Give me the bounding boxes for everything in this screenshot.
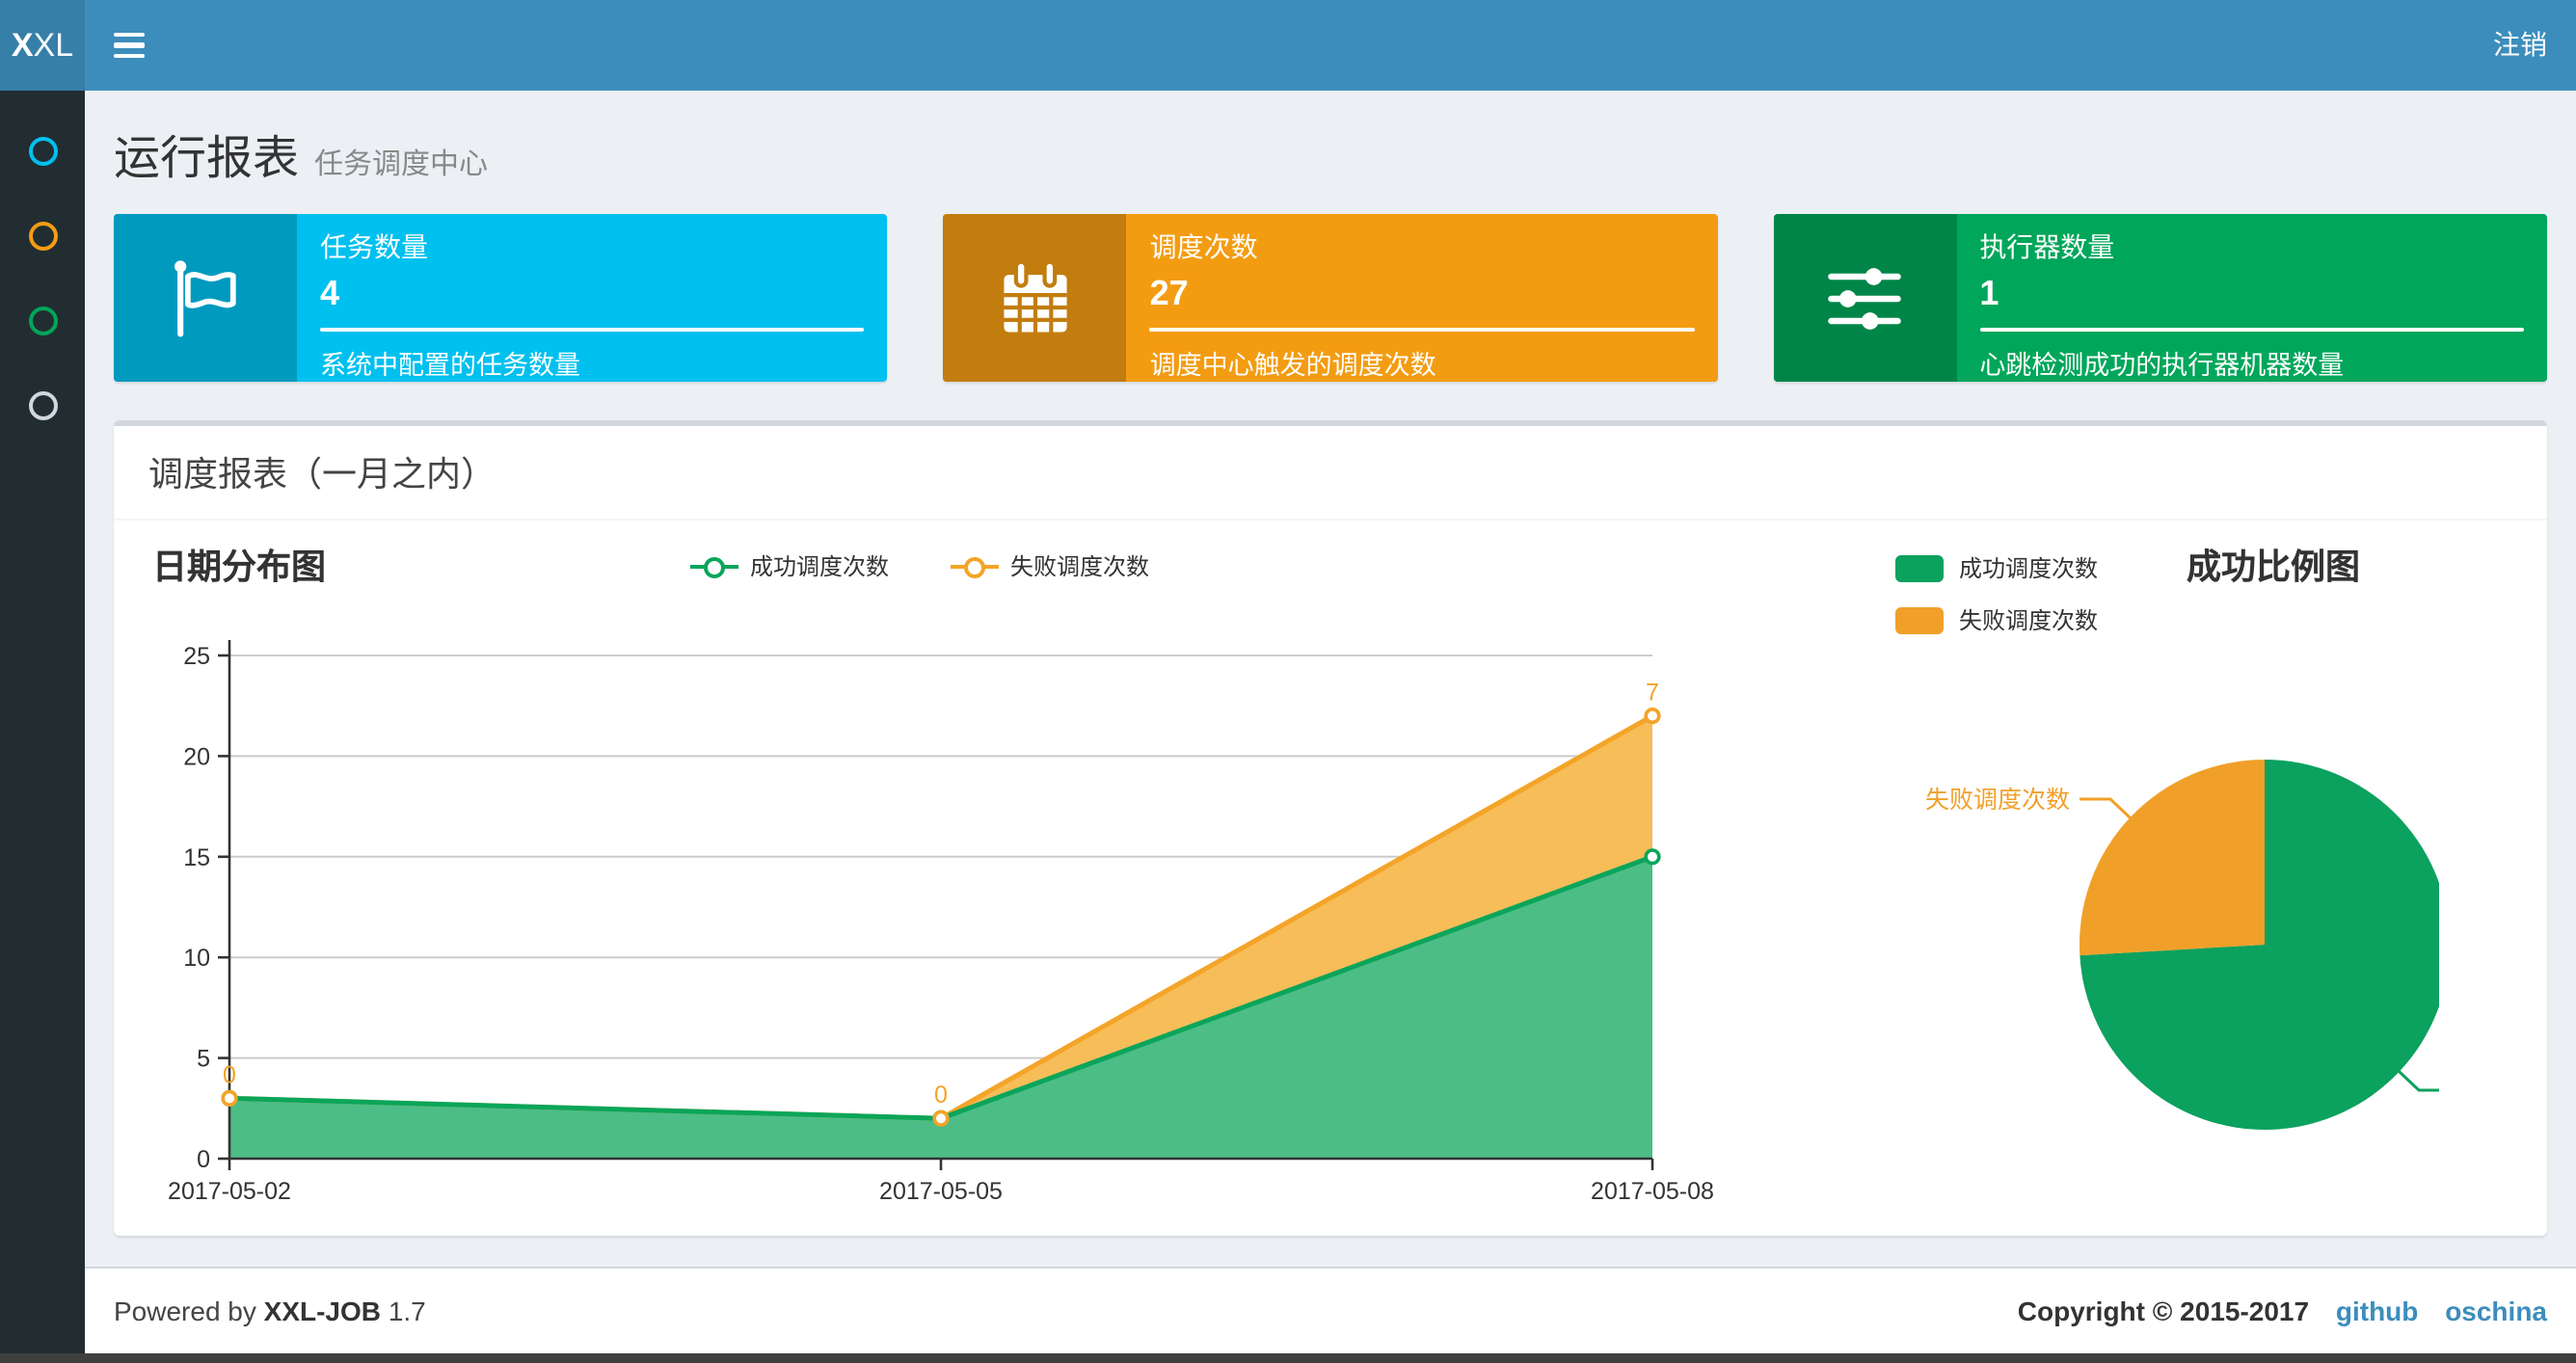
pie-chart-legend: 成功调度次数 失败调度次数 bbox=[1895, 551, 2098, 636]
page-title: 运行报表 任务调度中心 bbox=[114, 133, 489, 185]
calendar-icon bbox=[943, 214, 1127, 382]
svg-text:失败调度次数: 失败调度次数 bbox=[1925, 787, 2070, 814]
svg-text:2017-05-02: 2017-05-02 bbox=[168, 1178, 291, 1205]
content-header: 运行报表 任务调度中心 bbox=[85, 91, 2576, 187]
svg-text:2017-05-05: 2017-05-05 bbox=[879, 1178, 1003, 1205]
report-panel-header: 调度报表（一月之内） bbox=[114, 426, 2547, 521]
top-navbar: X XL 注销 bbox=[0, 0, 2576, 91]
copyright-text: Copyright © 2015-2017 bbox=[2017, 1296, 2310, 1326]
stat-card-trigger-count: 调度次数 27 调度中心触发的调度次数 bbox=[943, 214, 1718, 382]
svg-text:20: 20 bbox=[183, 743, 210, 770]
panel-title: 调度报表（一月之内） bbox=[148, 455, 496, 494]
navbar: 注销 bbox=[85, 0, 2576, 91]
main-footer: Powered by XXL-JOB 1.7 Copyright © 2015-… bbox=[85, 1267, 2576, 1353]
sidebar bbox=[0, 91, 85, 1353]
app-version: 1.7 bbox=[388, 1296, 426, 1326]
flag-icon bbox=[114, 214, 297, 382]
report-panel-body: 日期分布图 成功调度次数 失败调度次数 0 5 10 15 20 25 2017-05-02 2… bbox=[114, 521, 2547, 1236]
legend-item[interactable]: 成功调度次数 bbox=[1895, 551, 2098, 584]
sidebar-item-4[interactable] bbox=[0, 362, 85, 447]
stat-label: 执行器数量 bbox=[1979, 231, 2115, 262]
github-link[interactable]: github bbox=[2336, 1296, 2419, 1326]
line-series-marker bbox=[689, 554, 738, 577]
sidebar-item-3[interactable] bbox=[0, 278, 85, 362]
svg-text:7: 7 bbox=[1646, 680, 1659, 707]
stat-description: 调度中心触发的调度次数 bbox=[1149, 351, 1436, 380]
progress-line bbox=[320, 328, 865, 332]
app-root: X XL 注销 运行报表 任务调度中心 任务数量 4 系统中配置的任务数量 调度… bbox=[0, 0, 2576, 1363]
legend-item[interactable]: 失败调度次数 bbox=[951, 549, 1149, 582]
pie-chart-plot: 成功调度次数失败调度次数 bbox=[1925, 760, 2439, 1130]
stats-row: 任务数量 4 系统中配置的任务数量 调度次数 27 调度中心触发的调度次数 执行… bbox=[114, 214, 2547, 382]
sidebar-item-2[interactable] bbox=[0, 193, 85, 278]
content: 任务数量 4 系统中配置的任务数量 调度次数 27 调度中心触发的调度次数 执行… bbox=[85, 187, 2576, 1236]
legend-item[interactable]: 成功调度次数 bbox=[689, 549, 889, 582]
legend-item[interactable]: 失败调度次数 bbox=[1895, 603, 2098, 636]
app-logo[interactable]: X XL bbox=[0, 0, 85, 91]
stat-card-executor-count: 执行器数量 1 心跳检测成功的执行器机器数量 bbox=[1773, 214, 2547, 382]
stat-card-job-count: 任务数量 4 系统中配置的任务数量 bbox=[114, 214, 888, 382]
line-chart-plot: 05101520252017-05-02 2017-05-05 2017-05-08… bbox=[168, 640, 1714, 1205]
stat-description: 心跳检测成功的执行器机器数量 bbox=[1979, 351, 2345, 380]
circle-icon bbox=[28, 390, 57, 419]
pie-series-swatch bbox=[1895, 554, 1944, 581]
pie-chart-title: 成功比例图 bbox=[2187, 548, 2360, 586]
app-name: XXL-JOB bbox=[263, 1296, 382, 1326]
svg-text:0: 0 bbox=[934, 1082, 948, 1109]
sidebar-menu bbox=[0, 91, 85, 447]
success-ratio-chart: 成功调度次数失败调度次数 成功比例图 成功调度次数失败调度次数 bbox=[1753, 521, 2439, 1236]
bottom-edge-strip bbox=[0, 1353, 2576, 1363]
copyright-area: Copyright © 2015-2017 github oschina bbox=[2018, 1296, 2547, 1326]
circle-icon bbox=[28, 306, 57, 334]
svg-text:0: 0 bbox=[223, 1061, 236, 1088]
oschina-link[interactable]: oschina bbox=[2445, 1296, 2547, 1326]
sidebar-toggle-button[interactable] bbox=[85, 0, 172, 91]
svg-text:25: 25 bbox=[183, 643, 210, 670]
report-panel: 调度报表（一月之内） 日期分布图 成功调度次数 失败调度次数 0 5 10 15 20 25… bbox=[114, 420, 2547, 1236]
stat-value: 27 bbox=[1149, 274, 1189, 312]
stat-label: 调度次数 bbox=[1149, 231, 1258, 262]
line-series-marker bbox=[951, 554, 999, 577]
hamburger-icon bbox=[113, 32, 144, 38]
svg-text:2017-05-08: 2017-05-08 bbox=[1591, 1178, 1714, 1205]
content-wrapper: 运行报表 任务调度中心 任务数量 4 系统中配置的任务数量 调度次数 27 调度… bbox=[85, 91, 2576, 1267]
logout-link[interactable]: 注销 bbox=[2464, 0, 2576, 91]
svg-text:5: 5 bbox=[197, 1046, 210, 1073]
stat-value: 4 bbox=[320, 274, 340, 312]
progress-line bbox=[1149, 328, 1695, 332]
powered-by: Powered by XXL-JOB 1.7 bbox=[114, 1296, 426, 1326]
stat-value: 1 bbox=[1979, 274, 1999, 312]
progress-line bbox=[1979, 328, 2524, 332]
date-distribution-chart: 日期分布图 成功调度次数 失败调度次数 0 5 10 15 20 25 2017-05-02 2… bbox=[114, 521, 1726, 1236]
circle-icon bbox=[28, 221, 57, 250]
svg-text:15: 15 bbox=[183, 844, 210, 871]
page-subtitle: 任务调度中心 bbox=[314, 148, 489, 181]
svg-text:0: 0 bbox=[197, 1146, 210, 1173]
svg-text:10: 10 bbox=[183, 945, 210, 972]
logo-text: XL bbox=[33, 26, 74, 63]
stat-label: 任务数量 bbox=[320, 231, 428, 262]
stat-description: 系统中配置的任务数量 bbox=[320, 351, 580, 380]
sidebar-item-1[interactable] bbox=[0, 108, 85, 193]
logo-text-bold: X bbox=[11, 26, 34, 63]
circle-icon bbox=[28, 136, 57, 165]
pie-series-swatch bbox=[1895, 606, 1944, 633]
sliders-icon bbox=[1773, 214, 1957, 382]
line-chart-legend: 成功调度次数 失败调度次数 bbox=[114, 549, 1726, 582]
